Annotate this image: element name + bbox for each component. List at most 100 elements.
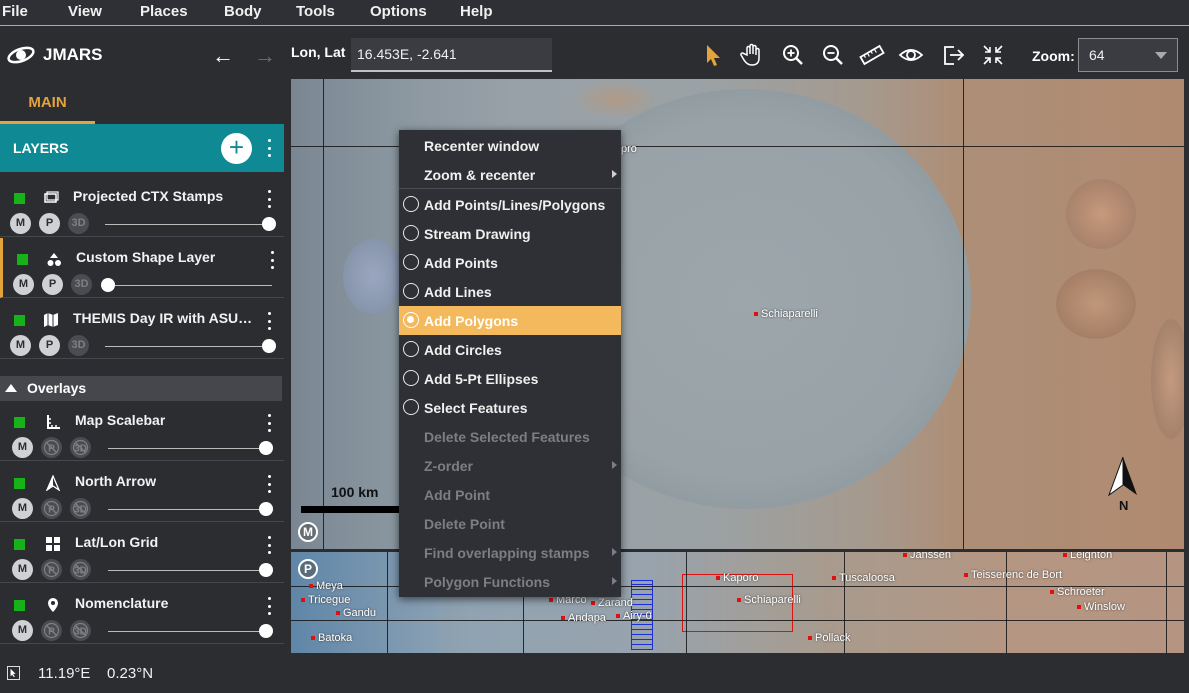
opacity-slider[interactable]: [108, 570, 266, 571]
zoom-in-icon[interactable]: [780, 42, 806, 68]
3d-view-toggle[interactable]: 3D: [68, 335, 89, 356]
opacity-slider-knob[interactable]: [259, 563, 273, 577]
3d-view-toggle[interactable]: 3D: [70, 559, 91, 580]
opacity-slider[interactable]: [108, 631, 266, 632]
menu-tools[interactable]: Tools: [291, 3, 335, 20]
visibility-toggle[interactable]: [14, 600, 25, 611]
lonlat-input[interactable]: [351, 38, 552, 72]
overlay-row[interactable]: Lat/Lon Grid M P 3D: [0, 523, 284, 583]
menu-item-add-points-lines-polygons[interactable]: Add Points/Lines/Polygons: [399, 190, 621, 219]
chevron-right-icon: [612, 548, 617, 556]
overlay-menu-icon[interactable]: [266, 475, 272, 493]
feature-label: Schiaparelli: [737, 594, 801, 606]
add-layer-button[interactable]: +: [221, 133, 252, 164]
visibility-toggle[interactable]: [14, 315, 25, 326]
visibility-toggle[interactable]: [17, 254, 28, 265]
opacity-slider-knob[interactable]: [262, 339, 276, 353]
opacity-slider-knob[interactable]: [101, 278, 115, 292]
panner-view-toggle[interactable]: P: [39, 213, 60, 234]
layer-menu-icon[interactable]: [266, 312, 272, 330]
menu-item-zoom-recenter[interactable]: Zoom & recenter: [399, 160, 621, 189]
feature-label: Leighton: [1063, 552, 1112, 561]
overlays-header[interactable]: Overlays: [0, 376, 282, 401]
main-view-toggle[interactable]: M: [12, 437, 33, 458]
overlay-menu-icon[interactable]: [266, 536, 272, 554]
panner-view-toggle[interactable]: P: [41, 559, 62, 580]
visibility-toggle[interactable]: [14, 478, 25, 489]
layer-row[interactable]: Custom Shape Layer M P 3D: [0, 238, 284, 298]
forward-arrow-icon[interactable]: →: [254, 43, 276, 69]
panner-view-toggle[interactable]: P: [41, 437, 62, 458]
opacity-slider[interactable]: [105, 224, 269, 225]
3d-view-toggle[interactable]: 3D: [71, 274, 92, 295]
overlay-name: Map Scalebar: [75, 412, 166, 428]
menu-item-label: Delete Point: [424, 516, 505, 532]
visibility-toggle[interactable]: [14, 193, 25, 204]
radio-icon: [403, 283, 419, 299]
main-view-toggle[interactable]: M: [12, 620, 33, 641]
zoom-out-icon[interactable]: [820, 42, 846, 68]
panner-view-toggle[interactable]: P: [42, 274, 63, 295]
back-arrow-icon[interactable]: ←: [212, 43, 234, 69]
overlay-row[interactable]: Map Scalebar M P 3D: [0, 401, 284, 461]
layers-menu-icon[interactable]: [266, 139, 272, 157]
visibility-toggle[interactable]: [14, 417, 25, 428]
menu-item-add-polygons[interactable]: Add Polygons: [399, 306, 621, 335]
main-view-toggle[interactable]: M: [10, 335, 31, 356]
3d-view-toggle[interactable]: 3D: [70, 498, 91, 519]
menu-item-recenter-window[interactable]: Recenter window: [399, 131, 621, 160]
main-view-toggle[interactable]: M: [10, 213, 31, 234]
opacity-slider[interactable]: [108, 448, 266, 449]
menu-item-add-points[interactable]: Add Points: [399, 248, 621, 277]
3d-view-toggle[interactable]: 3D: [68, 213, 89, 234]
opacity-slider-knob[interactable]: [259, 441, 273, 455]
3d-view-toggle[interactable]: 3D: [70, 437, 91, 458]
3d-view-toggle[interactable]: 3D: [70, 620, 91, 641]
opacity-slider-knob[interactable]: [259, 624, 273, 638]
layer-menu-icon[interactable]: [266, 190, 272, 208]
opacity-slider-knob[interactable]: [262, 217, 276, 231]
view-eye-icon[interactable]: [898, 42, 924, 68]
menu-item-label: Polygon Functions: [424, 574, 550, 590]
menu-item-select-features[interactable]: Select Features: [399, 393, 621, 422]
layer-row[interactable]: Projected CTX Stamps M P 3D: [0, 177, 284, 237]
layer-menu-icon[interactable]: [269, 251, 275, 269]
overlay-row[interactable]: North Arrow M P 3D: [0, 462, 284, 522]
export-icon[interactable]: [940, 42, 966, 68]
main-view-toggle[interactable]: M: [13, 274, 34, 295]
menu-item-add-circles[interactable]: Add Circles: [399, 335, 621, 364]
overlay-row[interactable]: Nomenclature M P 3D: [0, 584, 284, 644]
overlay-menu-icon[interactable]: [266, 414, 272, 432]
tab-main[interactable]: MAIN: [0, 82, 95, 124]
menu-item-add-5-pt-ellipses[interactable]: Add 5-Pt Ellipses: [399, 364, 621, 393]
menu-help[interactable]: Help: [455, 3, 493, 20]
panner-view-toggle[interactable]: P: [41, 498, 62, 519]
menu-body[interactable]: Body: [219, 3, 262, 20]
overlay-menu-icon[interactable]: [266, 597, 272, 615]
panner-view-toggle[interactable]: P: [41, 620, 62, 641]
zoom-value: 64: [1089, 47, 1105, 63]
menu-item-label: Find overlapping stamps: [424, 545, 590, 561]
menu-options[interactable]: Options: [365, 3, 427, 20]
feature-label: Meya: [309, 580, 343, 592]
menu-places[interactable]: Places: [135, 3, 188, 20]
menu-item-stream-drawing[interactable]: Stream Drawing: [399, 219, 621, 248]
opacity-slider-knob[interactable]: [259, 502, 273, 516]
opacity-slider[interactable]: [105, 346, 269, 347]
measure-ruler-icon[interactable]: [859, 42, 885, 68]
layer-row[interactable]: THEMIS Day IR with ASU Con... MP 3D: [0, 299, 284, 359]
fit-extent-icon[interactable]: [980, 42, 1006, 68]
select-arrow-icon[interactable]: [700, 42, 726, 68]
opacity-slider[interactable]: [108, 509, 266, 510]
panner-view-toggle[interactable]: P: [39, 335, 60, 356]
main-view-toggle[interactable]: M: [12, 559, 33, 580]
opacity-slider[interactable]: [108, 285, 272, 286]
zoom-select[interactable]: 64: [1078, 38, 1178, 72]
grid-line: [1166, 552, 1167, 653]
menu-view[interactable]: View: [63, 3, 102, 20]
menu-file[interactable]: File: [0, 3, 28, 20]
pan-hand-icon[interactable]: [739, 42, 765, 68]
menu-item-add-lines[interactable]: Add Lines: [399, 277, 621, 306]
visibility-toggle[interactable]: [14, 539, 25, 550]
main-view-toggle[interactable]: M: [12, 498, 33, 519]
